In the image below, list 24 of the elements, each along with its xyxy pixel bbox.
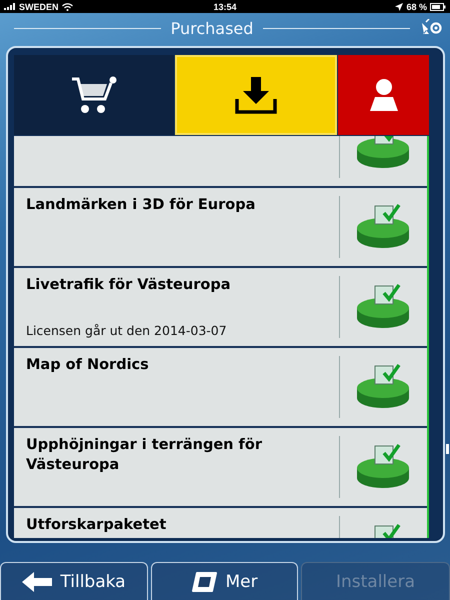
product-title: Upphöjningar i terrängen för Västeuropa [26,436,263,475]
screen-title: Purchased [170,18,254,38]
wifi-icon [62,2,73,10]
tab[interactable] [14,55,174,135]
battery-icon [430,2,446,10]
scroll-indicator [446,444,449,454]
person-icon [368,78,398,112]
signal-icon [4,3,16,10]
satellite-icon [420,19,442,37]
back-arrow-icon [22,572,52,592]
download-icon [234,75,278,115]
product-title: Utforskarpaketet [26,516,168,535]
shopping-cart-icon [70,75,118,115]
carrier-name: SWEDEN [19,2,59,12]
tab[interactable] [175,55,337,135]
battery-percent: 68 % [406,2,427,12]
clock-time: 13:54 [213,2,237,12]
license-note: Licensen går ut den 2014-03-07 [26,323,228,338]
product-title: Landmärken i 3D för Europa [26,196,256,215]
toolbar-button[interactable]: Mer [151,562,298,600]
product-title: Map of Nordics [26,356,150,375]
location-icon [395,2,404,10]
product-title: Livetrafik för Västeuropa [26,276,232,295]
toolbar-button[interactable]: Tillbaka [0,562,148,600]
